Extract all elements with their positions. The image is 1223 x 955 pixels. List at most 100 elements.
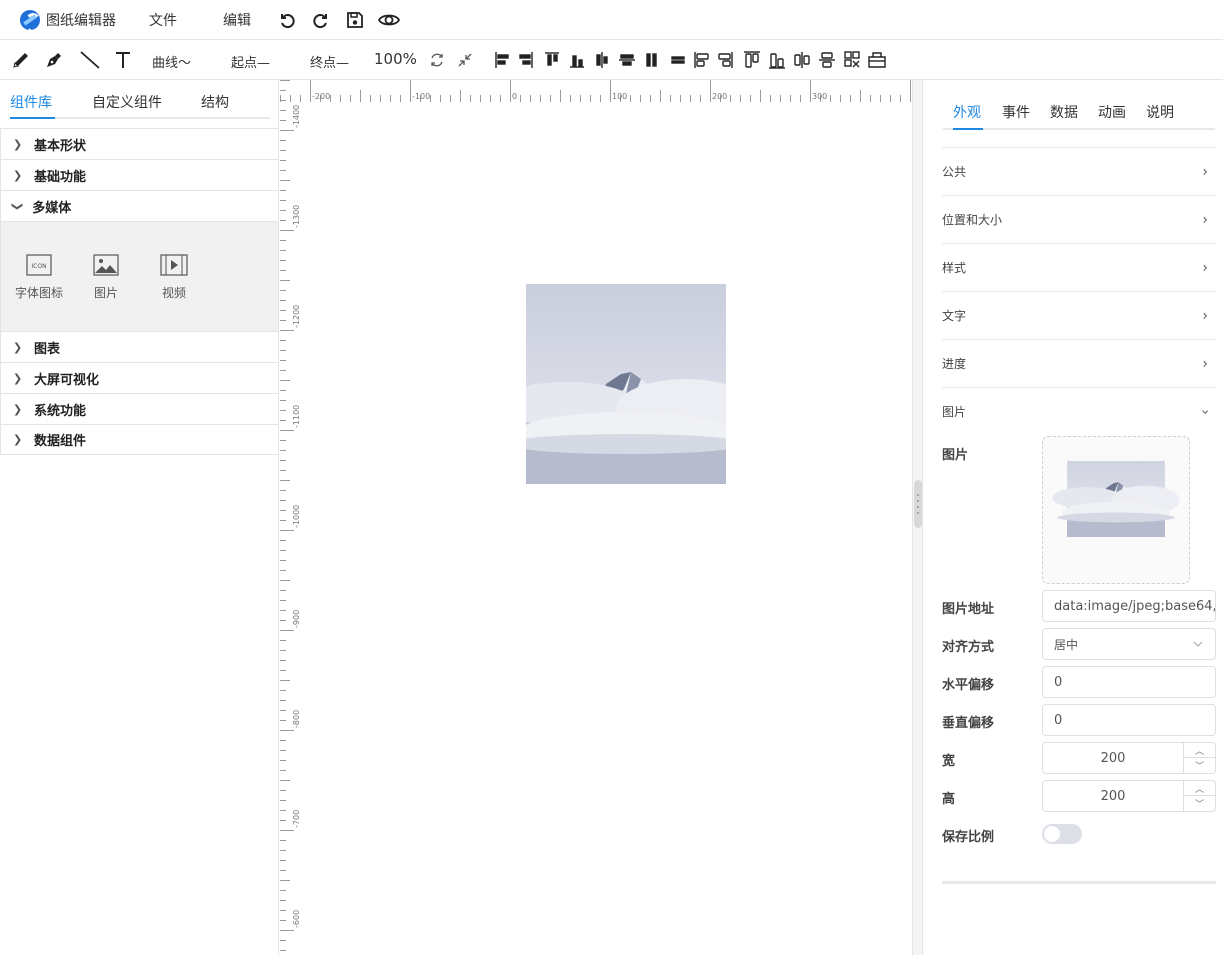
group-multimedia[interactable]: ❯ 多媒体	[0, 190, 279, 221]
align-value: 居中	[1054, 637, 1079, 652]
section-label: 文字	[942, 309, 967, 323]
tab-events[interactable]: 事件	[1002, 102, 1030, 122]
section-label: 位置和大小	[942, 213, 1003, 227]
canvas-image-element[interactable]	[526, 284, 726, 484]
edit-menu[interactable]: 编辑	[223, 10, 283, 30]
image-item[interactable]: 图片	[76, 252, 136, 301]
drag-handle-icon[interactable]	[914, 480, 922, 528]
divider	[942, 881, 1216, 884]
height-stepper[interactable]: ︿ ﹀	[1183, 781, 1215, 811]
horizontal-offset-input[interactable]: 0	[1042, 666, 1216, 698]
ruler-label: -1100	[292, 405, 301, 428]
group-basic-functions[interactable]: ❯ 基础功能	[0, 159, 279, 190]
tab-description[interactable]: 说明	[1146, 102, 1174, 122]
section-progress[interactable]: 进度 ›	[942, 339, 1216, 387]
tab-component-library[interactable]: 组件库	[10, 92, 52, 112]
tab-custom-components[interactable]: 自定义组件	[92, 92, 162, 112]
section-label: 图片	[942, 405, 967, 419]
drawing-canvas[interactable]	[280, 80, 912, 955]
section-image[interactable]: 图片 ›	[942, 387, 1216, 435]
section-style[interactable]: 样式 ›	[942, 243, 1216, 291]
align-label: 对齐方式	[942, 640, 995, 655]
width-input[interactable]: 200 ︿ ﹀	[1042, 742, 1216, 774]
height-value: 200	[1100, 788, 1126, 804]
reset-zoom-icon[interactable]	[427, 48, 447, 72]
video-item[interactable]: 视频	[144, 252, 204, 301]
app-title: 图纸编辑器	[46, 12, 116, 29]
section-text[interactable]: 文字 ›	[942, 291, 1216, 339]
group-label: 图表	[34, 341, 61, 357]
image-icon	[93, 254, 119, 276]
height-input[interactable]: 200 ︿ ﹀	[1042, 780, 1216, 812]
app-logo: 图纸编辑器	[20, 9, 135, 30]
ruler-label: -1000	[292, 505, 301, 528]
pen-icon[interactable]	[43, 48, 65, 72]
group-big-screen[interactable]: ❯ 大屏可视化	[0, 362, 279, 393]
ruler-label: 300	[812, 92, 827, 101]
font-icon-item[interactable]: ICON 字体图标	[9, 252, 69, 301]
chevron-down-icon: ❯	[11, 201, 25, 211]
panel-splitter[interactable]	[912, 80, 923, 955]
redo-icon[interactable]	[309, 8, 333, 32]
ruler-label: -800	[292, 710, 301, 728]
keep-ratio-toggle[interactable]	[1042, 824, 1082, 844]
ruler-label: -100	[412, 92, 430, 101]
increase-icon[interactable]: ︿	[1184, 781, 1215, 796]
item-label: 图片	[93, 286, 118, 300]
width-stepper[interactable]: ︿ ﹀	[1183, 743, 1215, 773]
image-uploader[interactable]	[1042, 436, 1190, 584]
section-label: 进度	[942, 357, 967, 371]
tab-animation[interactable]: 动画	[1098, 102, 1126, 122]
group-system-functions[interactable]: ❯ 系统功能	[0, 393, 279, 424]
tab-data[interactable]: 数据	[1050, 102, 1078, 122]
vertical-offset-label: 垂直偏移	[942, 716, 995, 731]
ruler-label: -1200	[292, 305, 301, 328]
section-common[interactable]: 公共 ›	[942, 147, 1216, 195]
decrease-icon[interactable]: ﹀	[1184, 758, 1215, 773]
preview-eye-icon[interactable]	[377, 8, 401, 32]
curve-style-select[interactable]: 曲线～	[152, 52, 191, 71]
start-arrow-select[interactable]: 起点—	[231, 52, 270, 71]
increase-icon[interactable]: ︿	[1184, 743, 1215, 758]
align-tools-icons[interactable]	[492, 48, 892, 72]
properties-panel: 外观 事件 数据 动画 说明 公共 › 位置和大小 › 样式 › 文字 › 进度 › 图片…	[923, 80, 1223, 955]
section-position-size[interactable]: 位置和大小 ›	[942, 195, 1216, 243]
ruler-label: -900	[292, 610, 301, 628]
vertical-offset-input[interactable]: 0	[1042, 704, 1216, 736]
active-tab-indicator	[953, 128, 983, 130]
image-url-label: 图片地址	[942, 602, 995, 617]
ruler-label: 0	[512, 92, 517, 101]
tab-structure[interactable]: 结构	[201, 92, 229, 112]
align-select[interactable]: 居中	[1042, 628, 1216, 660]
icon-font-icon: ICON	[26, 254, 52, 276]
group-basic-shapes[interactable]: ❯ 基本形状	[0, 128, 279, 159]
ruler-label: 100	[612, 92, 627, 101]
decrease-icon[interactable]: ﹀	[1184, 796, 1215, 811]
save-icon[interactable]	[343, 8, 367, 32]
group-charts[interactable]: ❯ 图表	[0, 331, 279, 362]
library-tabs: 组件库 自定义组件 结构	[10, 80, 270, 119]
group-label: 基础功能	[34, 169, 87, 185]
text-icon[interactable]	[112, 48, 134, 72]
group-label: 数据组件	[34, 434, 87, 449]
vertical-ruler: -1400 -1300 -1200 -1100 -1000 -900 -800 -700 -60…	[280, 80, 301, 951]
file-menu[interactable]: 文件	[149, 10, 209, 30]
property-tabs: 外观 事件 数据 动画 说明	[943, 80, 1215, 130]
fit-shrink-icon[interactable]	[455, 48, 475, 72]
section-label: 样式	[942, 261, 967, 275]
ruler-label: -200	[312, 92, 330, 101]
horizontal-offset-label: 水平偏移	[942, 678, 995, 693]
line-icon[interactable]	[78, 48, 102, 72]
image-url-input[interactable]: data:image/jpeg;base64,	[1042, 590, 1216, 622]
tab-appearance[interactable]: 外观	[953, 102, 981, 122]
top-menu-bar: 图纸编辑器 文件 编辑	[0, 0, 1223, 40]
pencil-icon[interactable]	[10, 48, 32, 72]
chevron-right-icon: ❯	[13, 168, 23, 182]
zoom-level[interactable]: 100%	[374, 50, 417, 68]
width-value: 200	[1100, 750, 1126, 766]
undo-icon[interactable]	[275, 8, 299, 32]
end-arrow-select[interactable]: 终点—	[310, 52, 349, 71]
keep-ratio-label: 保存比例	[942, 830, 995, 845]
chevron-right-icon: ›	[1202, 259, 1208, 276]
group-data-components[interactable]: ❯ 数据组件	[0, 424, 279, 455]
